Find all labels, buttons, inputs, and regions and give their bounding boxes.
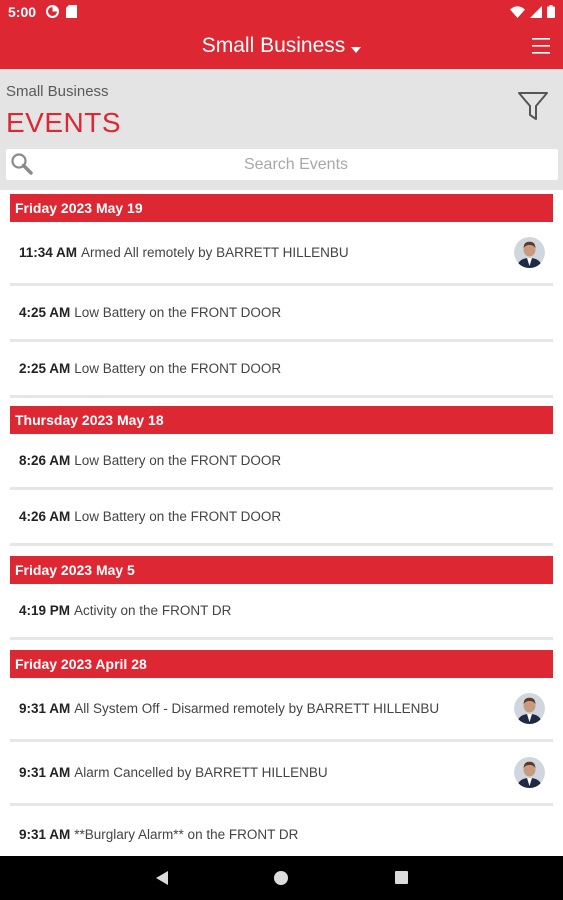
event-time: 9:31 AM xyxy=(19,827,71,842)
recents-icon[interactable] xyxy=(395,871,408,884)
event-row[interactable]: 4:26 AM Low Battery on the FRONT DOOR xyxy=(10,490,553,546)
sd-card-icon xyxy=(66,5,77,18)
event-row[interactable]: 9:31 AM **Burglary Alarm** on the FRONT … xyxy=(10,806,553,856)
event-time: 9:31 AM xyxy=(19,701,71,716)
system-nav-bar xyxy=(0,856,563,900)
funnel-filter-icon xyxy=(518,92,548,120)
event-description: Alarm Cancelled by BARRETT HILLENBU xyxy=(74,765,328,780)
date-header: Friday 2023 May 5 xyxy=(10,556,553,584)
event-list[interactable]: Friday 2023 May 19 11:34 AM Armed All re… xyxy=(0,190,563,856)
cell-signal-icon xyxy=(530,5,542,18)
account-selector[interactable]: Small Business xyxy=(0,34,563,58)
event-time: 2:25 AM xyxy=(19,361,71,376)
event-row[interactable]: 8:26 AM Low Battery on the FRONT DOOR xyxy=(10,434,553,490)
event-description: All System Off - Disarmed remotely by BA… xyxy=(74,701,440,716)
system-icons xyxy=(510,5,555,18)
user-avatar xyxy=(514,692,545,724)
event-row[interactable]: 4:19 PM Activity on the FRONT DR xyxy=(10,584,553,640)
filter-button[interactable] xyxy=(517,91,549,121)
date-header: Friday 2023 May 19 xyxy=(10,194,553,222)
wifi-icon xyxy=(510,5,525,18)
event-description: **Burglary Alarm** on the FRONT DR xyxy=(74,827,299,842)
events-header: Small Business EVENTS xyxy=(0,69,563,190)
user-avatar xyxy=(514,236,545,268)
status-bar: 5:00 xyxy=(0,0,563,24)
event-row[interactable]: 11:34 AM Armed All remotely by BARRETT H… xyxy=(10,222,553,286)
search-box xyxy=(6,149,558,180)
back-icon[interactable] xyxy=(155,870,169,886)
account-title: Small Business xyxy=(201,34,346,57)
status-time: 5:00 xyxy=(8,4,37,20)
event-row[interactable]: 9:31 AM All System Off - Disarmed remote… xyxy=(10,678,553,742)
event-time: 4:26 AM xyxy=(19,509,71,524)
event-description: Activity on the FRONT DR xyxy=(74,603,232,618)
caret-down-icon xyxy=(351,47,362,53)
event-time: 9:31 AM xyxy=(19,765,71,780)
notification-icons xyxy=(46,5,77,18)
event-description: Low Battery on the FRONT DOOR xyxy=(74,509,282,524)
event-time: 11:34 AM xyxy=(19,245,78,260)
event-time: 8:26 AM xyxy=(19,453,71,468)
event-row[interactable]: 2:25 AM Low Battery on the FRONT DOOR xyxy=(10,342,553,398)
date-header: Thursday 2023 May 18 xyxy=(10,406,553,434)
page-title: EVENTS xyxy=(6,107,122,138)
user-avatar xyxy=(514,756,545,788)
event-time: 4:25 AM xyxy=(19,305,71,320)
app-bar: Small Business xyxy=(0,24,563,69)
hamburger-menu-icon[interactable] xyxy=(531,36,551,56)
battery-icon xyxy=(547,5,555,18)
event-row[interactable]: 4:25 AM Low Battery on the FRONT DOOR xyxy=(10,286,553,342)
event-time: 4:19 PM xyxy=(19,603,71,618)
event-description: Low Battery on the FRONT DOOR xyxy=(74,305,282,320)
data-saver-icon xyxy=(46,5,59,18)
date-header: Friday 2023 April 28 xyxy=(10,650,553,678)
event-description: Low Battery on the FRONT DOOR xyxy=(74,361,282,376)
event-row[interactable]: 9:31 AM Alarm Cancelled by BARRETT HILLE… xyxy=(10,742,553,806)
event-description: Armed All remotely by BARRETT HILLENBU xyxy=(81,245,349,260)
header-subtitle: Small Business xyxy=(6,83,109,100)
home-icon[interactable] xyxy=(274,871,288,885)
event-description: Low Battery on the FRONT DOOR xyxy=(74,453,282,468)
search-icon xyxy=(11,153,33,175)
search-input[interactable] xyxy=(36,149,556,180)
